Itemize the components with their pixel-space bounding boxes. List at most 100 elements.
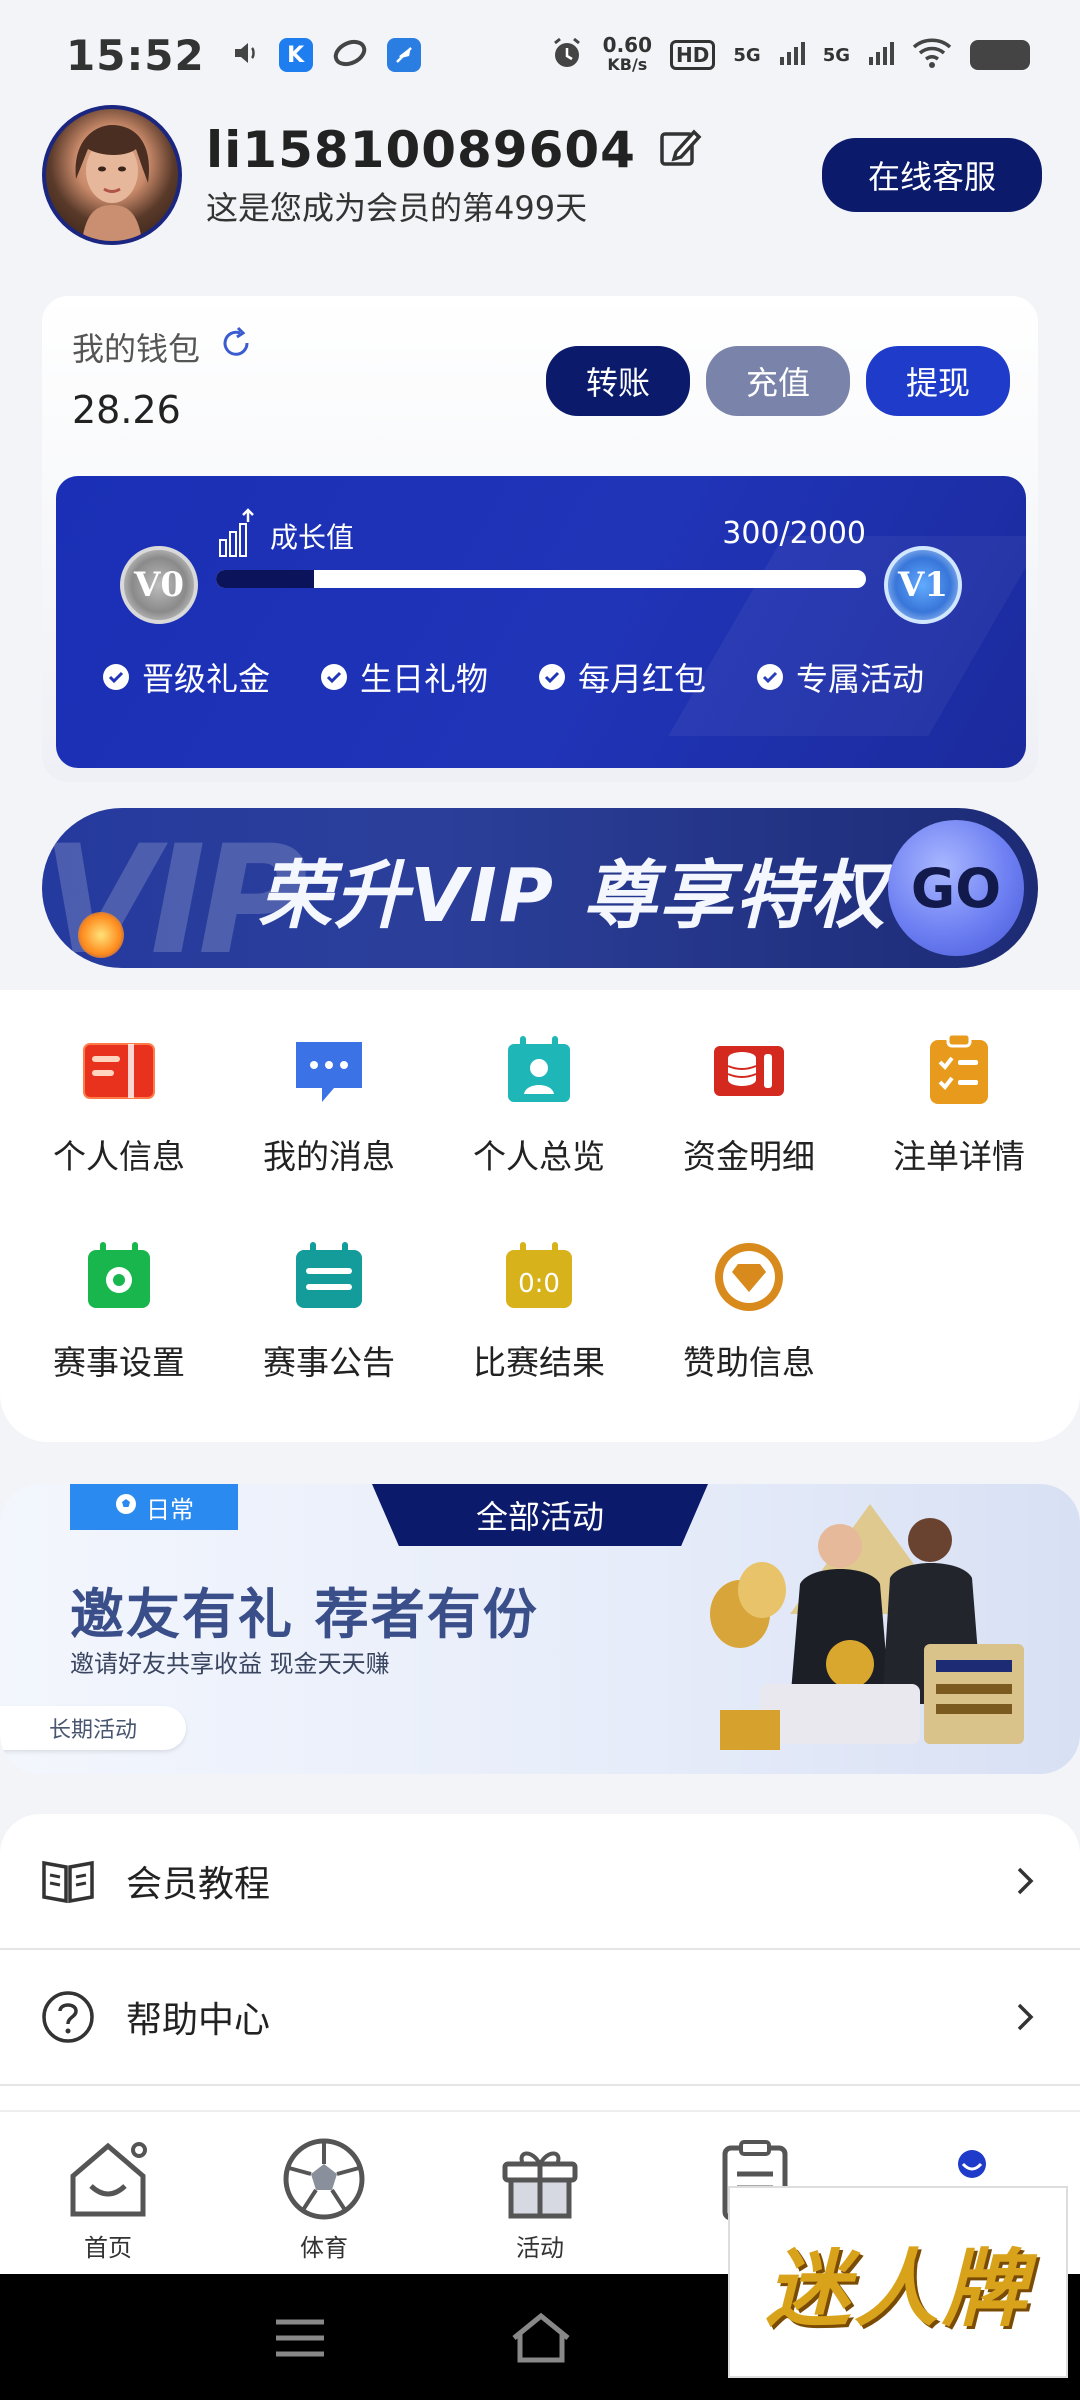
- member-days: 这是您成为会员的第499天: [206, 189, 588, 227]
- svg-text:0:0: 0:0: [518, 1269, 560, 1299]
- menu-event-settings[interactable]: 赛事设置: [14, 1236, 224, 1384]
- nav-sports[interactable]: 体育: [216, 2112, 432, 2274]
- daily-tag: 日常: [70, 1484, 238, 1530]
- wifi-icon: [912, 37, 952, 73]
- checklist-icon: [918, 1030, 1000, 1112]
- menu-bet-details[interactable]: 注单详情: [854, 1030, 1064, 1178]
- perk-label: 专属活动: [796, 660, 925, 698]
- status-bar: 15:52 K 0.60 KB/s HD 5G 5G: [0, 0, 1080, 110]
- app-k-icon: K: [278, 38, 313, 72]
- list-item-help-center[interactable]: 帮助中心: [0, 1950, 1080, 2086]
- level-badge-current: V0: [120, 546, 198, 624]
- volume-icon: [231, 38, 261, 72]
- status-right: 0.60 KB/s HD 5G 5G: [549, 35, 1030, 75]
- chevron-right-icon: [1017, 2003, 1034, 2031]
- nav-label: 体育: [300, 2234, 348, 2262]
- avatar[interactable]: [42, 105, 182, 245]
- menu-label: 赞助信息: [683, 1343, 815, 1382]
- football-icon: [283, 2138, 365, 2220]
- username: li15810089604: [206, 121, 636, 179]
- watermark-text: 迷人牌: [765, 2239, 1030, 2338]
- menu-label: 个人信息: [53, 1137, 185, 1176]
- deposit-button[interactable]: 充值: [705, 346, 850, 416]
- growth-value: 300/2000: [722, 516, 866, 551]
- check-icon: [321, 664, 348, 690]
- menu-label: 注单详情: [893, 1137, 1025, 1176]
- football-small-icon: [114, 1492, 138, 1522]
- go-button[interactable]: GO: [888, 820, 1024, 956]
- menu-match-results[interactable]: 0:0 比赛结果: [434, 1236, 644, 1384]
- wallet-card: 我的钱包 28.26 转账 充值 提现 成长值 300/2000 V0 V1 晋…: [42, 296, 1038, 782]
- book-icon: [42, 1860, 94, 1904]
- menu-sponsor-info[interactable]: 赞助信息: [644, 1236, 854, 1384]
- daily-tag-label: 日常: [146, 1495, 194, 1524]
- signal-5g-2: 5G: [822, 44, 850, 66]
- watermark-logo: 迷人牌: [728, 2186, 1068, 2378]
- transfer-button[interactable]: 转账: [545, 346, 690, 416]
- vip-upgrade-banner[interactable]: VIP 荣升VIP 尊享特权 GO: [42, 808, 1038, 968]
- vip-growth-panel[interactable]: 成长值 300/2000 V0 V1 晋级礼金 生日礼物 每月红包 专属活动: [56, 476, 1026, 768]
- nav-home[interactable]: 首页: [0, 2112, 216, 2274]
- nav-label: 活动: [516, 2234, 564, 2262]
- menu-label: 比赛结果: [473, 1343, 605, 1382]
- sponsor-diamond-icon: [708, 1236, 790, 1318]
- net-speed-value: 0.60: [602, 33, 653, 57]
- menu-label: 资金明细: [683, 1137, 815, 1176]
- settings-list: 会员教程 帮助中心: [0, 1814, 1080, 2114]
- all-activities-tab[interactable]: 全部活动: [372, 1484, 708, 1546]
- growth-progress-track: [216, 570, 866, 588]
- check-icon: [103, 664, 129, 690]
- list-item-member-tutorial[interactable]: 会员教程: [0, 1814, 1080, 1950]
- menu-event-announcements[interactable]: 赛事公告: [224, 1236, 434, 1384]
- signal-bars-2-icon: [868, 41, 894, 69]
- check-icon: [757, 664, 784, 690]
- menu-personal-info[interactable]: 个人信息: [14, 1030, 224, 1178]
- signal-5g-1: 5G: [733, 44, 761, 66]
- edit-icon[interactable]: [658, 126, 702, 174]
- help-icon: [42, 1991, 94, 2043]
- growth-label: 成长值: [270, 521, 355, 554]
- system-home-icon[interactable]: [508, 2310, 574, 2366]
- home-icon: [70, 2142, 147, 2217]
- app-feather-icon: [386, 38, 421, 72]
- profile-calendar-icon: [498, 1030, 580, 1112]
- signal-bars-1-icon: [779, 41, 805, 69]
- perk-label: 生日礼物: [360, 660, 489, 698]
- long-term-tag: 长期活动: [0, 1706, 186, 1750]
- user-block: li15810089604 这是您成为会员的第499天: [206, 121, 702, 229]
- menu-label: 我的消息: [263, 1137, 395, 1176]
- net-speed-unit: KB/s: [607, 55, 648, 74]
- withdraw-button[interactable]: 提现: [865, 346, 1010, 416]
- list-label: 帮助中心: [126, 2000, 271, 2041]
- menu-fund-details[interactable]: 资金明细: [644, 1030, 854, 1178]
- list-label: 会员教程: [126, 1864, 271, 1905]
- perk-label: 晋级礼金: [142, 660, 271, 698]
- scoreboard-icon: 0:0: [498, 1236, 580, 1318]
- wallet-balance: 28.26: [72, 388, 181, 432]
- perk-item: 专属活动: [756, 654, 924, 700]
- fire-icon: [78, 912, 124, 958]
- promo-subtitle: 邀请好友共享收益 现金天天赚: [70, 1650, 390, 1678]
- gift-icon: [502, 2151, 578, 2219]
- vip-banner-text: 荣升VIP 尊享特权: [258, 853, 887, 939]
- nav-activities[interactable]: 活动: [432, 2112, 648, 2274]
- online-service-button[interactable]: 在线客服: [821, 138, 1042, 212]
- vip-perks: 晋级礼金 生日礼物 每月红包 专属活动: [102, 654, 924, 700]
- status-left-icons: K: [231, 36, 421, 74]
- menu-label: 赛事设置: [53, 1343, 185, 1382]
- wallet-label: 我的钱包: [72, 330, 201, 368]
- calendar-gear-icon: [78, 1236, 160, 1318]
- perk-item: 每月红包: [538, 654, 706, 700]
- swirl-icon: [331, 36, 369, 74]
- calendar-list-icon: [288, 1236, 370, 1318]
- id-card-icon: [78, 1030, 160, 1112]
- profile-header: li15810089604 这是您成为会员的第499天 在线客服: [42, 105, 1042, 245]
- chevron-right-icon: [1017, 1867, 1034, 1895]
- menu-my-messages[interactable]: 我的消息: [224, 1030, 434, 1178]
- activity-banner[interactable]: 日常 全部活动 邀友有礼 荐者有份 邀请好友共享收益 现金天天赚 长期活动: [0, 1484, 1080, 1774]
- menu-personal-overview[interactable]: 个人总览: [434, 1030, 644, 1178]
- recent-apps-icon[interactable]: [272, 2316, 328, 2360]
- refresh-icon[interactable]: [218, 325, 254, 369]
- menu-label: 赛事公告: [263, 1343, 395, 1382]
- alarm-icon: [549, 35, 585, 75]
